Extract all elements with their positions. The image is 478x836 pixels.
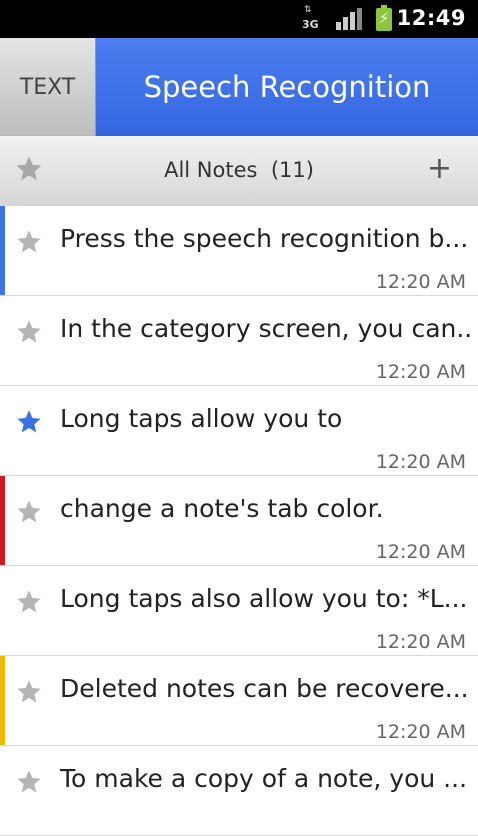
note-color-tab (0, 476, 5, 565)
note-timestamp: 12:20 AM (375, 361, 466, 383)
note-color-tab (0, 386, 5, 475)
note-item[interactable]: Deleted notes can be recovere... 12:20 AM (0, 656, 478, 746)
note-timestamp: 12:20 AM (375, 721, 466, 743)
note-item[interactable]: Long taps allow you to 12:20 AM (0, 386, 478, 476)
note-list: Press the speech recognition b... 12:20 A… (0, 206, 478, 836)
signal-strength-icon (336, 8, 362, 30)
app-title: Speech Recognition (96, 38, 478, 136)
notes-header: All Notes (11) + (0, 136, 478, 207)
all-notes-title: All Notes (164, 158, 258, 182)
note-item[interactable]: To make a copy of a note, you ... (0, 746, 478, 836)
note-item[interactable]: change a note's tab color. 12:20 AM (0, 476, 478, 566)
note-text: Long taps also allow you to: *L... (60, 584, 468, 613)
star-outline-icon[interactable] (15, 228, 43, 256)
note-timestamp: 12:20 AM (375, 541, 466, 563)
status-bar: ⇅ 3G ⚡ 12:49 (0, 0, 478, 38)
star-outline-icon[interactable] (15, 768, 43, 796)
note-color-tab (0, 656, 5, 745)
note-text: change a note's tab color. (60, 494, 384, 523)
battery-charging-icon: ⚡ (376, 5, 392, 31)
note-text: To make a copy of a note, you ... (60, 764, 468, 793)
note-text: Long taps allow you to (60, 404, 343, 433)
note-text: In the category screen, you can... (60, 314, 470, 343)
note-text: Press the speech recognition b... (60, 224, 469, 253)
note-timestamp: 12:20 AM (375, 271, 466, 293)
note-text: Deleted notes can be recovere... (60, 674, 469, 703)
status-clock: 12:49 (396, 6, 466, 30)
star-outline-icon[interactable] (15, 318, 43, 346)
all-notes-label[interactable]: All Notes (11) (0, 158, 478, 182)
notes-count: (11) (270, 158, 314, 182)
star-filled-icon[interactable] (15, 408, 43, 436)
star-outline-icon[interactable] (15, 498, 43, 526)
title-bar: TEXT Speech Recognition (0, 38, 478, 136)
note-item[interactable]: Press the speech recognition b... 12:20 A… (0, 206, 478, 296)
star-outline-icon[interactable] (15, 588, 43, 616)
text-tab-button[interactable]: TEXT (0, 38, 96, 136)
note-color-tab (0, 746, 5, 835)
add-note-button[interactable]: + (427, 154, 452, 184)
star-outline-icon[interactable] (15, 678, 43, 706)
note-item[interactable]: In the category screen, you can... 12:20 … (0, 296, 478, 386)
note-color-tab (0, 296, 5, 385)
note-color-tab (0, 206, 5, 295)
note-timestamp: 12:20 AM (375, 451, 466, 473)
note-item[interactable]: Long taps also allow you to: *L... 12:20 … (0, 566, 478, 656)
network-3g-icon: ⇅ 3G (302, 5, 319, 32)
note-timestamp: 12:20 AM (375, 631, 466, 653)
note-color-tab (0, 566, 5, 655)
